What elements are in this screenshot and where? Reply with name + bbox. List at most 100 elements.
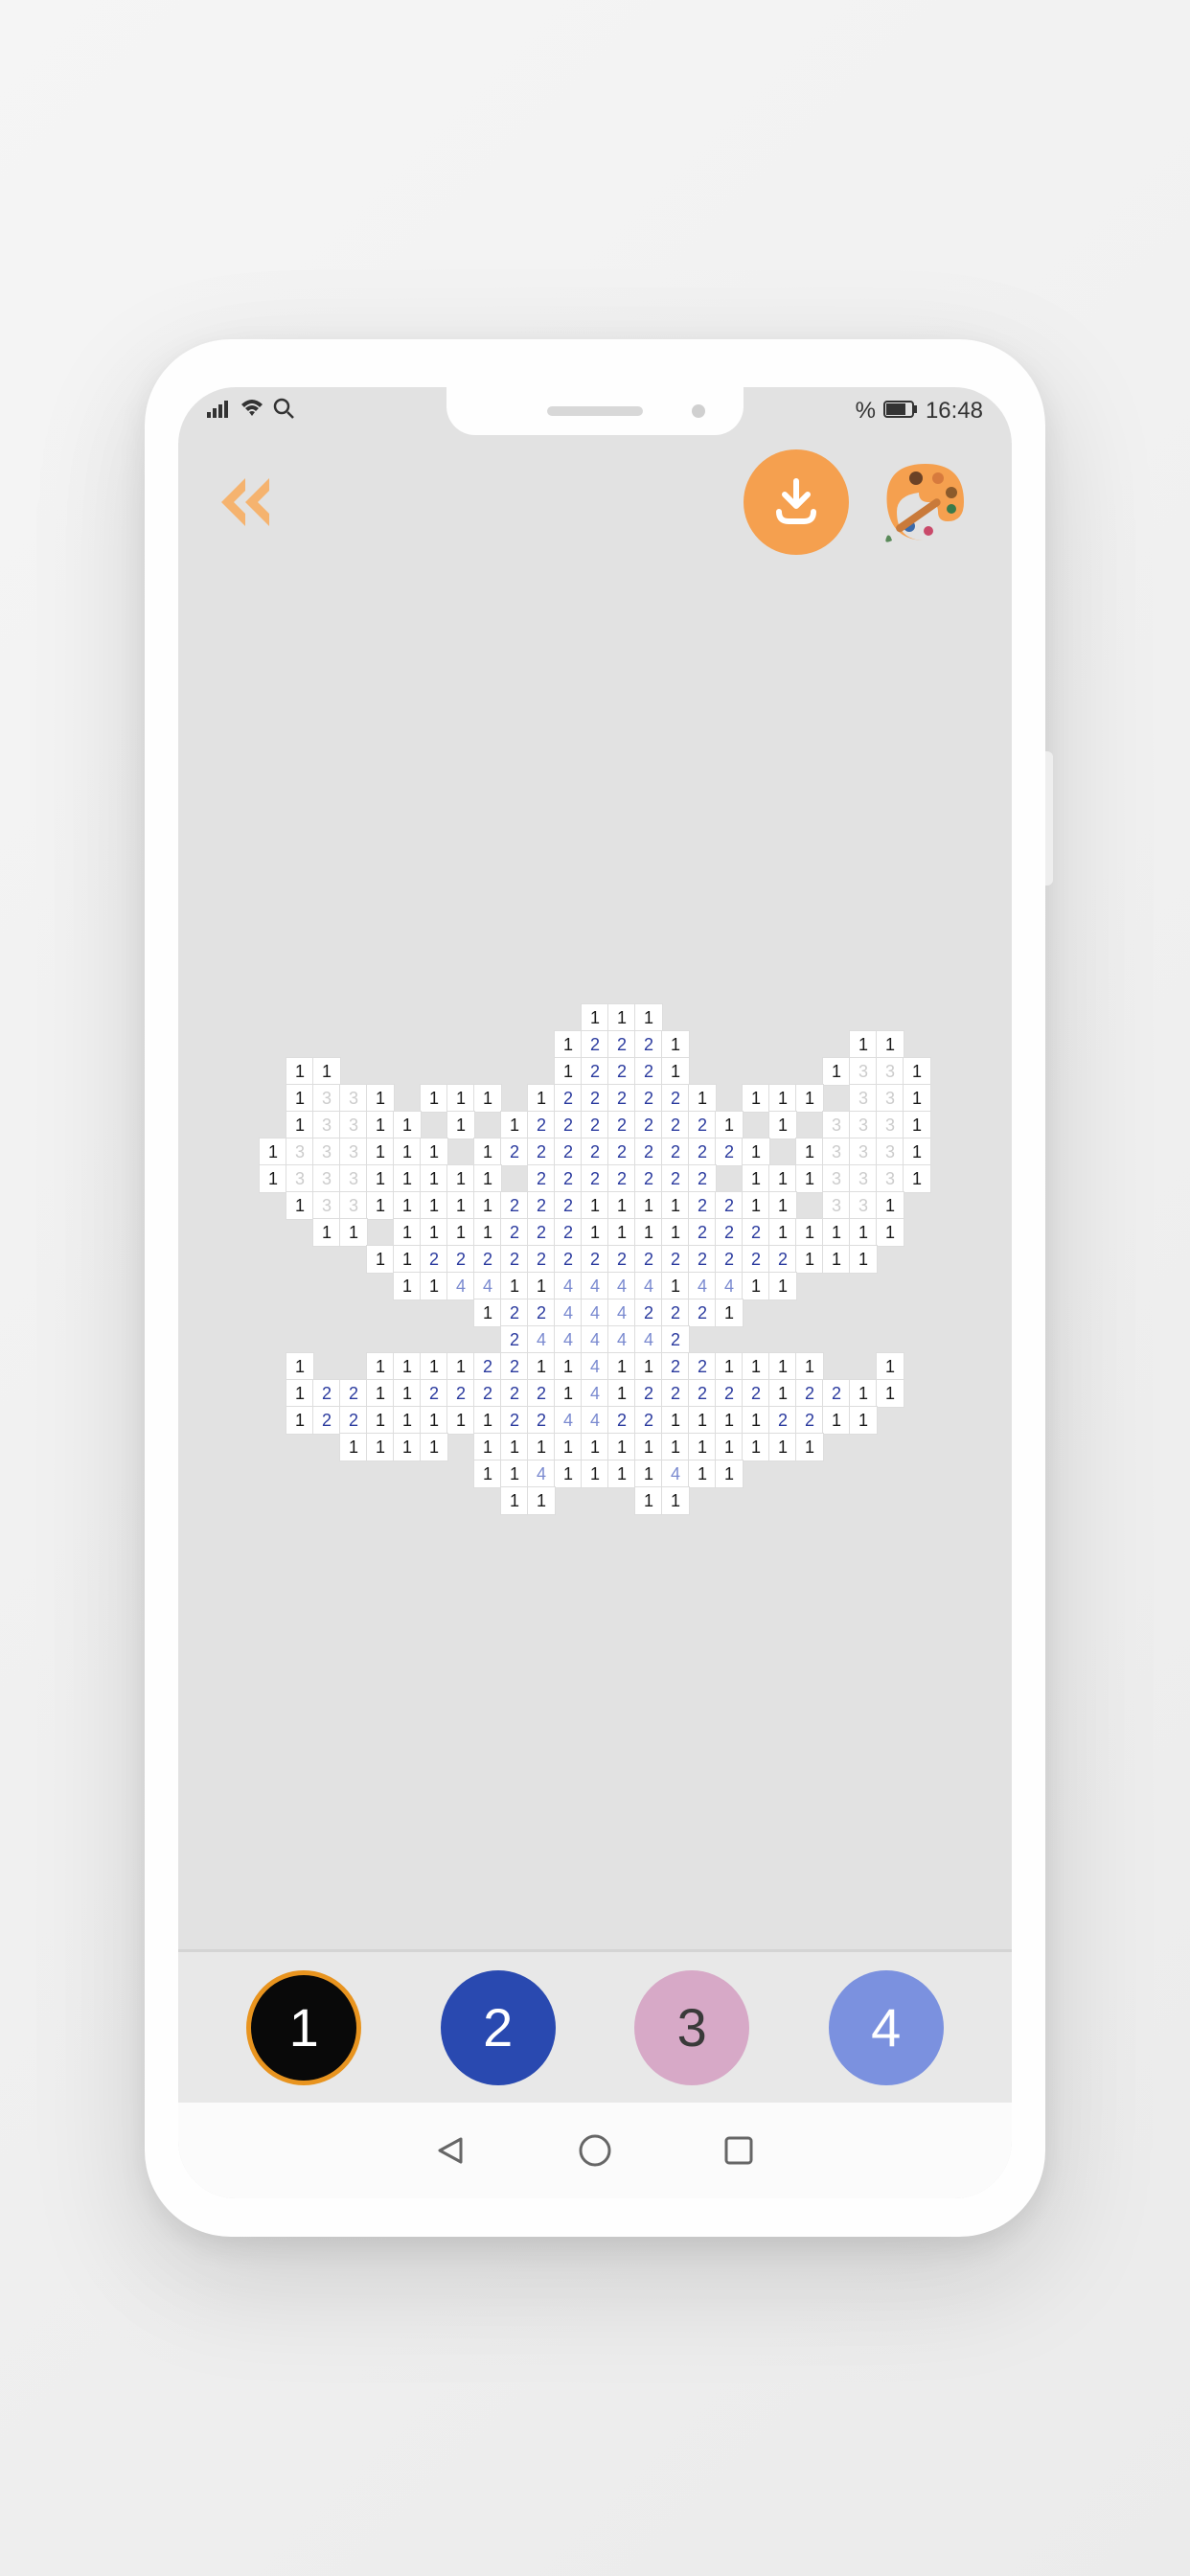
pixel-cell[interactable] bbox=[904, 1407, 930, 1434]
pixel-cell[interactable]: 1 bbox=[743, 1165, 769, 1192]
pixel-cell[interactable]: 2 bbox=[340, 1380, 367, 1407]
pixel-cell[interactable]: 3 bbox=[313, 1085, 340, 1112]
pixel-cell[interactable] bbox=[447, 1300, 474, 1326]
pixel-cell[interactable]: 1 bbox=[823, 1246, 850, 1273]
pixel-cell[interactable]: 3 bbox=[823, 1165, 850, 1192]
pixel-cell[interactable] bbox=[474, 1058, 501, 1085]
pixel-cell[interactable]: 1 bbox=[689, 1460, 716, 1487]
pixel-cell[interactable]: 1 bbox=[743, 1085, 769, 1112]
pixel-cell[interactable]: 2 bbox=[421, 1246, 447, 1273]
pixel-cell[interactable] bbox=[877, 1407, 904, 1434]
pixel-cell[interactable]: 1 bbox=[367, 1353, 394, 1380]
pixel-cell[interactable] bbox=[904, 1487, 930, 1514]
pixel-cell[interactable]: 1 bbox=[421, 1407, 447, 1434]
pixel-cell[interactable]: 1 bbox=[286, 1380, 313, 1407]
pixel-cell[interactable]: 1 bbox=[367, 1407, 394, 1434]
pixel-cell[interactable]: 2 bbox=[555, 1085, 582, 1112]
pixel-cell[interactable]: 1 bbox=[769, 1380, 796, 1407]
pixel-cell[interactable]: 2 bbox=[528, 1300, 555, 1326]
color-swatch-3[interactable]: 3 bbox=[634, 1970, 749, 2085]
pixel-cell[interactable]: 3 bbox=[340, 1085, 367, 1112]
pixel-cell[interactable] bbox=[904, 1273, 930, 1300]
pixel-cell[interactable] bbox=[796, 1273, 823, 1300]
pixel-cell[interactable] bbox=[367, 1326, 394, 1353]
pixel-cell[interactable]: 2 bbox=[474, 1246, 501, 1273]
pixel-cell[interactable]: 2 bbox=[662, 1246, 689, 1273]
pixel-cell[interactable] bbox=[823, 1487, 850, 1514]
pixel-cell[interactable]: 2 bbox=[662, 1165, 689, 1192]
pixel-cell[interactable]: 1 bbox=[635, 1460, 662, 1487]
pixel-cell[interactable]: 3 bbox=[877, 1112, 904, 1138]
pixel-cell[interactable]: 1 bbox=[286, 1192, 313, 1219]
pixel-cell[interactable]: 2 bbox=[608, 1058, 635, 1085]
pixel-cell[interactable]: 1 bbox=[555, 1031, 582, 1058]
pixel-cell[interactable] bbox=[340, 1487, 367, 1514]
pixel-cell[interactable]: 2 bbox=[608, 1246, 635, 1273]
pixel-cell[interactable]: 1 bbox=[635, 1004, 662, 1031]
pixel-cell[interactable]: 1 bbox=[367, 1112, 394, 1138]
pixel-cell[interactable]: 1 bbox=[635, 1219, 662, 1246]
pixel-cell[interactable]: 1 bbox=[716, 1460, 743, 1487]
pixel-cell[interactable]: 1 bbox=[555, 1434, 582, 1460]
pixel-cell[interactable] bbox=[260, 1353, 286, 1380]
pixel-cell[interactable] bbox=[796, 1326, 823, 1353]
pixel-cell[interactable] bbox=[716, 1085, 743, 1112]
back-button[interactable] bbox=[207, 459, 293, 545]
pixel-cell[interactable]: 1 bbox=[662, 1407, 689, 1434]
pixel-cell[interactable]: 1 bbox=[743, 1353, 769, 1380]
pixel-cell[interactable]: 2 bbox=[501, 1138, 528, 1165]
pixel-cell[interactable] bbox=[877, 1460, 904, 1487]
pixel-cell[interactable]: 1 bbox=[796, 1353, 823, 1380]
pixel-cell[interactable] bbox=[421, 1031, 447, 1058]
pixel-cell[interactable]: 2 bbox=[528, 1112, 555, 1138]
pixel-cell[interactable]: 2 bbox=[716, 1192, 743, 1219]
pixel-cell[interactable] bbox=[447, 1434, 474, 1460]
pixel-cell[interactable]: 1 bbox=[474, 1165, 501, 1192]
pixel-cell[interactable] bbox=[501, 1058, 528, 1085]
pixel-cell[interactable]: 1 bbox=[286, 1112, 313, 1138]
pixel-cell[interactable] bbox=[260, 1326, 286, 1353]
pixel-cell[interactable]: 2 bbox=[582, 1112, 608, 1138]
pixel-cell[interactable]: 3 bbox=[286, 1138, 313, 1165]
pixel-cell[interactable]: 1 bbox=[555, 1058, 582, 1085]
pixel-cell[interactable]: 1 bbox=[850, 1219, 877, 1246]
pixel-cell[interactable]: 1 bbox=[367, 1246, 394, 1273]
pixel-cell[interactable] bbox=[769, 1460, 796, 1487]
pixel-cell[interactable] bbox=[367, 1487, 394, 1514]
pixel-cell[interactable]: 1 bbox=[528, 1434, 555, 1460]
pixel-cell[interactable] bbox=[823, 1353, 850, 1380]
pixel-cell[interactable]: 1 bbox=[716, 1353, 743, 1380]
pixel-cell[interactable]: 1 bbox=[474, 1192, 501, 1219]
pixel-cell[interactable]: 2 bbox=[635, 1246, 662, 1273]
pixel-cell[interactable]: 2 bbox=[662, 1085, 689, 1112]
pixel-cell[interactable] bbox=[421, 1300, 447, 1326]
pixel-cell[interactable]: 1 bbox=[555, 1353, 582, 1380]
pixel-cell[interactable]: 2 bbox=[743, 1219, 769, 1246]
pixel-cell[interactable]: 1 bbox=[447, 1165, 474, 1192]
pixel-cell[interactable]: 1 bbox=[421, 1085, 447, 1112]
pixel-cell[interactable]: 3 bbox=[823, 1192, 850, 1219]
pixel-cell[interactable]: 1 bbox=[769, 1112, 796, 1138]
pixel-cell[interactable] bbox=[850, 1487, 877, 1514]
pixel-cell[interactable] bbox=[716, 1326, 743, 1353]
pixel-cell[interactable]: 4 bbox=[528, 1460, 555, 1487]
pixel-cell[interactable] bbox=[662, 1004, 689, 1031]
pixel-cell[interactable] bbox=[447, 1031, 474, 1058]
pixel-cell[interactable]: 1 bbox=[743, 1192, 769, 1219]
pixel-cell[interactable]: 4 bbox=[608, 1326, 635, 1353]
pixel-cell[interactable]: 2 bbox=[501, 1300, 528, 1326]
pixel-cell[interactable]: 1 bbox=[743, 1407, 769, 1434]
pixel-cell[interactable] bbox=[850, 1300, 877, 1326]
pixel-cell[interactable] bbox=[904, 1192, 930, 1219]
pixel-canvas[interactable]: 1111222111111222113311331111122222111133… bbox=[260, 1004, 930, 1514]
pixel-cell[interactable]: 2 bbox=[582, 1138, 608, 1165]
pixel-cell[interactable]: 1 bbox=[904, 1058, 930, 1085]
pixel-cell[interactable] bbox=[394, 1058, 421, 1085]
pixel-cell[interactable]: 2 bbox=[662, 1380, 689, 1407]
pixel-cell[interactable]: 4 bbox=[555, 1273, 582, 1300]
pixel-cell[interactable]: 1 bbox=[555, 1460, 582, 1487]
pixel-cell[interactable] bbox=[260, 1246, 286, 1273]
pixel-cell[interactable]: 2 bbox=[528, 1165, 555, 1192]
pixel-cell[interactable] bbox=[743, 1004, 769, 1031]
pixel-cell[interactable] bbox=[286, 1487, 313, 1514]
